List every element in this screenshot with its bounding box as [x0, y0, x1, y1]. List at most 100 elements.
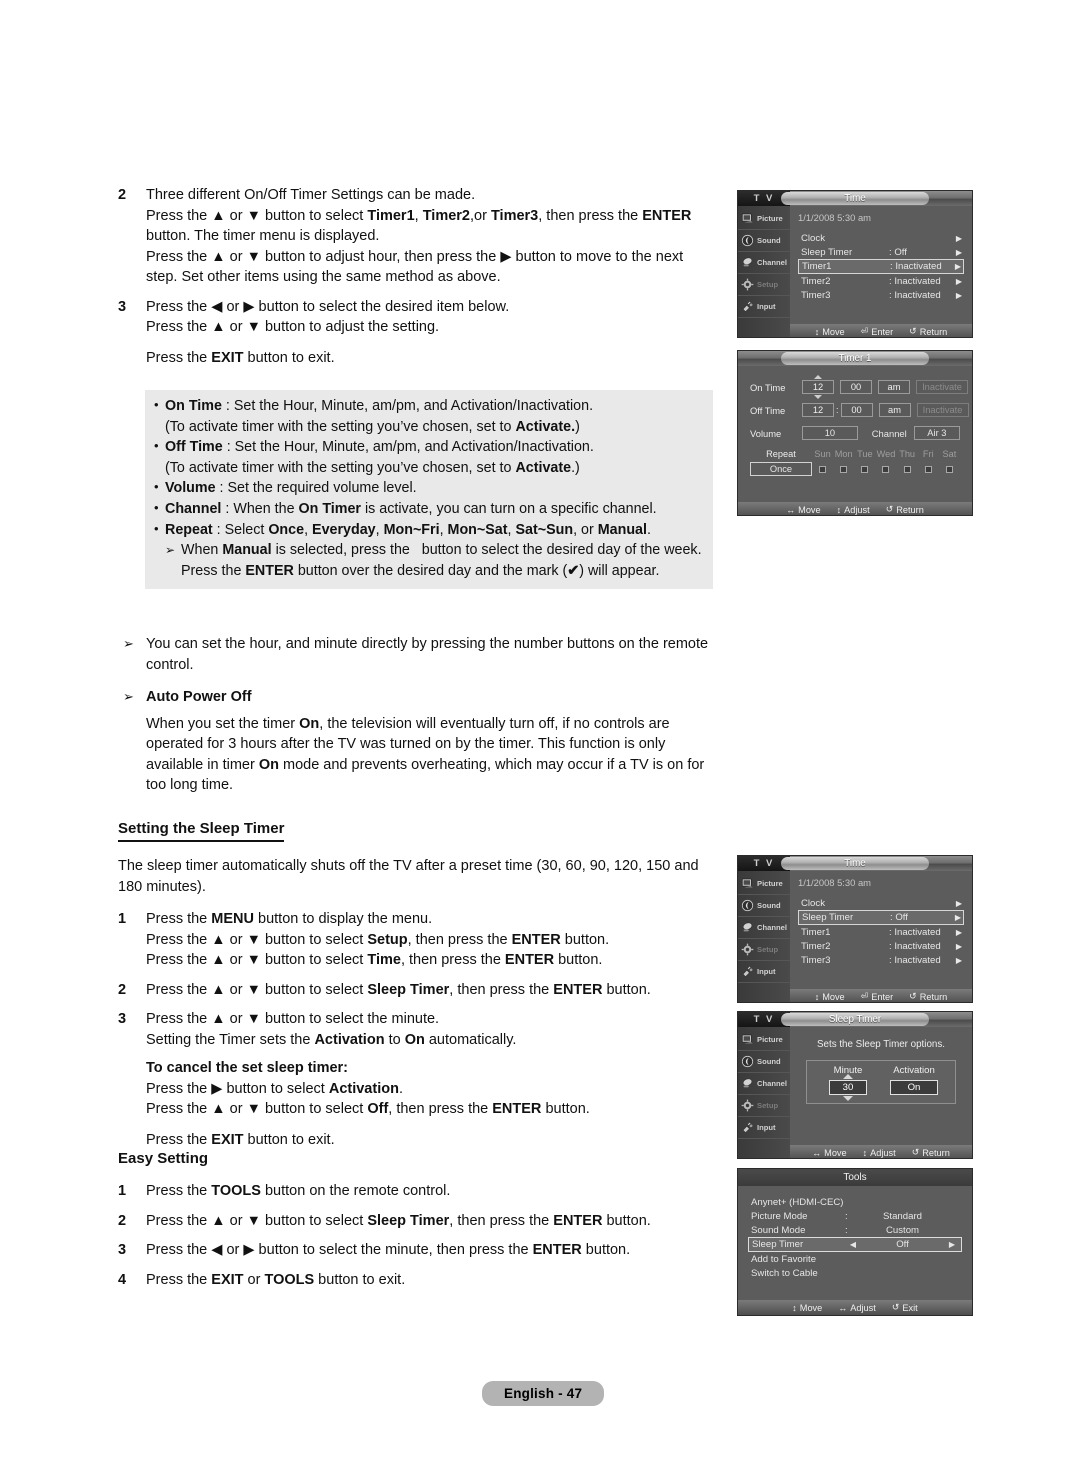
- tools-row-add-to-favorite[interactable]: Add to Favorite: [748, 1252, 962, 1266]
- sidebar-item-label: Picture: [757, 879, 783, 888]
- on-time-ampm-field[interactable]: am: [878, 380, 910, 394]
- sidebar-item-sound[interactable]: Sound: [738, 230, 790, 252]
- chevron-right-icon[interactable]: ▶: [956, 234, 962, 243]
- menu-row-timer2[interactable]: Timer2: Inactivated ▶: [798, 939, 964, 953]
- sidebar-item-label: Sound: [757, 236, 781, 245]
- hint-enter: ⏎ Enter: [861, 326, 894, 337]
- osd-sidebar[interactable]: Picture Sound Channel Setup Input: [738, 1027, 790, 1158]
- sidebar-item-picture[interactable]: Picture: [738, 1029, 790, 1051]
- menu-row-timer1[interactable]: Timer1: Inactivated ▶: [798, 259, 964, 274]
- sleep-timer-fields[interactable]: Minute Activation 30 On: [806, 1060, 956, 1104]
- channel-field[interactable]: Air 3: [913, 426, 960, 440]
- off-time-hour-field[interactable]: 12: [802, 403, 834, 417]
- hint-label: Return: [922, 1147, 950, 1158]
- sidebar-item-channel[interactable]: Channel: [738, 252, 790, 274]
- chevron-right-icon[interactable]: ▶: [945, 1240, 959, 1249]
- menu-row-sleep-timer[interactable]: Sleep Timer: Off ▶: [798, 910, 964, 925]
- chevron-right-icon[interactable]: ▶: [956, 248, 962, 257]
- sidebar-item-channel[interactable]: Channel: [738, 917, 790, 939]
- chevron-right-icon[interactable]: ▶: [956, 942, 962, 951]
- sidebar-item-setup[interactable]: Setup: [738, 1095, 790, 1117]
- osd-hint-bar: ↔ Move ↕ Adjust ↺ Return: [738, 502, 972, 515]
- on-time-label: On Time: [750, 381, 786, 393]
- hint-label: Adjust: [844, 504, 870, 515]
- day-checkbox-wed[interactable]: [875, 465, 896, 473]
- menu-row-label: Sleep Timer: [802, 912, 854, 923]
- step-number: 4: [118, 1271, 127, 1288]
- menu-row-clock[interactable]: Clock ▶: [798, 896, 964, 910]
- repeat-value-row[interactable]: Once: [750, 462, 960, 476]
- day-checkbox-sat[interactable]: [939, 465, 960, 473]
- sidebar-item-setup[interactable]: Setup: [738, 939, 790, 961]
- notes-block: You can set the hour, and minute directl…: [118, 634, 718, 796]
- menu-row-timer3[interactable]: Timer3: Inactivated ▶: [798, 288, 964, 302]
- day-checkbox-thu[interactable]: [897, 465, 918, 473]
- sidebar-item-sound[interactable]: Sound: [738, 1051, 790, 1073]
- activation-value-field[interactable]: On: [890, 1080, 938, 1095]
- day-checkbox-sun[interactable]: [812, 465, 833, 473]
- chevron-right-icon[interactable]: ▶: [956, 899, 962, 908]
- sidebar-item-channel[interactable]: Channel: [738, 1073, 790, 1095]
- day-checkbox-tue[interactable]: [854, 465, 875, 473]
- day-checkbox-fri[interactable]: [918, 465, 939, 473]
- osd-time-menu-2[interactable]: T V Time Picture Sound Channel Setup Input 1…: [737, 855, 973, 1003]
- menu-list[interactable]: Clock ▶ Sleep Timer: Off ▶ Timer1: Inactivat…: [798, 231, 964, 302]
- osd-timer1-panel[interactable]: Timer 1 On Time 12 00 am Inactivate Off …: [737, 350, 973, 516]
- on-time-minute-field[interactable]: 00: [840, 380, 872, 394]
- osd-sidebar[interactable]: Picture Sound Channel Setup Input: [738, 871, 790, 1002]
- minute-value-field[interactable]: 30: [829, 1080, 867, 1095]
- menu-row-sleep-timer[interactable]: Sleep Timer: Off ▶: [798, 245, 964, 259]
- on-time-row[interactable]: On Time 12 00 am Inactivate: [750, 380, 968, 394]
- osd-time-menu-1[interactable]: T V Time Picture Sound Channel Setup Input 1…: [737, 190, 973, 338]
- off-time-minute-field[interactable]: 00: [840, 403, 873, 417]
- sidebar-item-label: Sound: [757, 1057, 781, 1066]
- sidebar-item-picture[interactable]: Picture: [738, 873, 790, 895]
- chevron-right-icon[interactable]: ▶: [956, 956, 962, 965]
- day-checkbox-mon[interactable]: [833, 465, 854, 473]
- chevron-right-icon[interactable]: ▶: [955, 262, 961, 271]
- on-time-activation-field[interactable]: Inactivate: [916, 380, 968, 394]
- tools-row-anynet-hdmi-cec[interactable]: Anynet+ (HDMI-CEC): [748, 1195, 962, 1209]
- volume-field[interactable]: 10: [802, 426, 858, 440]
- tools-row-picture-mode[interactable]: Picture Mode: Standard: [748, 1209, 962, 1223]
- off-time-row[interactable]: Off Time 12 : 00 am Inactivate: [750, 403, 969, 417]
- sleep-step-1: 1 Press the MENU button to display the m…: [118, 909, 718, 971]
- time-colon: :: [836, 405, 839, 415]
- menu-row-clock[interactable]: Clock ▶: [798, 231, 964, 245]
- sidebar-item-picture[interactable]: Picture: [738, 208, 790, 230]
- menu-row-timer3[interactable]: Timer3: Inactivated ▶: [798, 953, 964, 967]
- volume-channel-row[interactable]: Volume 10 Channel Air 3: [750, 426, 960, 440]
- chevron-right-icon[interactable]: ▶: [955, 913, 961, 922]
- chevron-right-icon[interactable]: ▶: [956, 291, 962, 300]
- section-heading-easy-setting: Easy Setting: [118, 1150, 209, 1167]
- tools-list[interactable]: Anynet+ (HDMI-CEC) Picture Mode: Standard S…: [738, 1186, 972, 1280]
- chevron-right-icon[interactable]: ▶: [956, 928, 962, 937]
- menu-row-timer2[interactable]: Timer2: Inactivated ▶: [798, 274, 964, 288]
- sidebar-item-input[interactable]: Input: [738, 961, 790, 983]
- day-header-mon: Mon: [834, 449, 853, 459]
- menu-row-timer1[interactable]: Timer1: Inactivated ▶: [798, 925, 964, 939]
- repeat-value-field[interactable]: Once: [750, 462, 812, 476]
- sidebar-item-setup[interactable]: Setup: [738, 274, 790, 296]
- sidebar-item-input[interactable]: Input: [738, 296, 790, 318]
- sound-icon: [741, 1055, 754, 1068]
- sound-icon: [741, 899, 754, 912]
- chevron-left-icon[interactable]: ◀: [846, 1240, 860, 1249]
- off-time-ampm-field[interactable]: am: [878, 403, 911, 417]
- sidebar-item-input[interactable]: Input: [738, 1117, 790, 1139]
- step-3: 3 Press the ◀ or ▶ button to select the …: [118, 297, 718, 369]
- menu-list[interactable]: Clock ▶ Sleep Timer: Off ▶ Timer1: Inactivat…: [798, 896, 964, 967]
- osd-sidebar[interactable]: Picture Sound Channel Setup Input: [738, 206, 790, 337]
- tools-row-sleep-timer[interactable]: Sleep Timer ◀ Off ▶: [748, 1237, 962, 1252]
- sidebar-item-sound[interactable]: Sound: [738, 895, 790, 917]
- off-time-activation-field[interactable]: Inactivate: [916, 403, 969, 417]
- chevron-right-icon[interactable]: ▶: [956, 277, 962, 286]
- easy-step-3: 3 Press the ◀ or ▶ button to select the …: [118, 1240, 718, 1261]
- on-time-hour-field[interactable]: 12: [802, 380, 834, 394]
- tools-row-switch-to-cable[interactable]: Switch to Cable: [748, 1266, 962, 1280]
- menu-row-label: Timer3: [801, 954, 831, 966]
- osd-sleep-timer-panel[interactable]: T V Sleep Timer Picture Sound Channel Setup…: [737, 1011, 973, 1159]
- day-checkboxes[interactable]: [812, 465, 960, 473]
- osd-tools-panel[interactable]: Tools Anynet+ (HDMI-CEC) Picture Mode: Sta…: [737, 1168, 973, 1316]
- tools-row-sound-mode[interactable]: Sound Mode: Custom: [748, 1223, 962, 1237]
